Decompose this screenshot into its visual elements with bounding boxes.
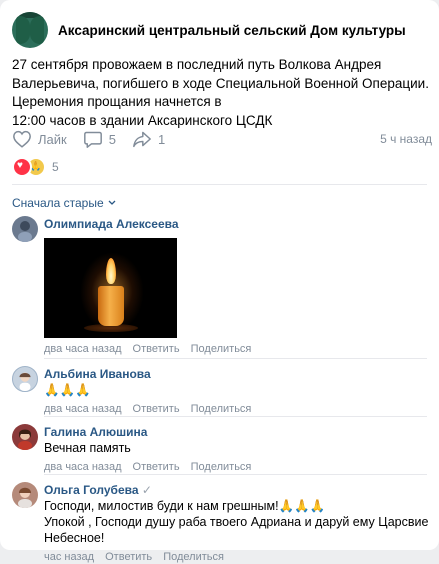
comment-meta: два часа назад Ответить Поделиться [44,342,439,356]
comment-time[interactable]: два часа назад [44,461,121,473]
sort-label: Сначала старые [12,196,104,210]
heart-reaction-icon [12,157,32,177]
comment-divider [44,358,427,359]
avatar[interactable] [12,216,38,242]
share-comment-button[interactable]: Поделиться [191,403,252,415]
comments-sort-dropdown[interactable]: Сначала старые [12,196,116,210]
comment-divider [44,474,427,475]
chevron-down-icon [108,200,116,205]
comment-text: Господи, милостив буди к нам грешным!🙏🙏🙏… [44,499,429,545]
avatar[interactable] [12,366,38,392]
group-name[interactable]: Аксаринский центральный сельский Дом кул… [58,23,406,38]
share-comment-button[interactable]: Поделиться [191,343,252,355]
comment-time[interactable]: час назад [44,551,94,563]
verified-check-icon: ✓ [141,483,152,497]
candle-photo[interactable] [44,238,177,338]
comment-meta: два часа назад Ответить Поделиться [44,460,439,474]
reply-button[interactable]: Ответить [133,461,180,473]
comment-text: 🙏🙏🙏 [44,383,91,397]
reply-button[interactable]: Ответить [105,551,152,563]
reactions-summary[interactable]: 5 [12,157,59,177]
reactions-count: 5 [52,160,59,174]
comment: Олимпиада Алексеева два часа назад Ответ… [12,216,432,356]
group-avatar[interactable] [12,12,48,48]
comments-count: 5 [108,131,116,147]
comments-button[interactable]: 5 [83,130,116,148]
like-button[interactable]: Лайк [12,130,67,148]
divider [12,184,427,185]
comment-text: Вечная память [44,441,131,455]
shares-count: 1 [157,131,166,147]
comment-author-name[interactable]: Ольга Голубева [44,483,139,497]
avatar[interactable] [12,482,38,508]
reply-button[interactable]: Ответить [133,403,180,415]
share-button[interactable]: 1 [132,130,165,148]
post-card: Аксаринский центральный сельский Дом кул… [0,0,439,563]
comment-author[interactable]: Альбина Иванова [44,366,439,382]
comment-author[interactable]: Ольга Голубева ✓ [44,482,439,498]
comment-author[interactable]: Галина Алюшина [44,424,439,440]
post-header: Аксаринский центральный сельский Дом кул… [12,12,406,48]
comment-time[interactable]: два часа назад [44,403,121,415]
comment-author[interactable]: Олимпиада Алексеева [44,216,439,232]
avatar[interactable] [12,424,38,450]
comment: Ольга Голубева ✓ Господи, милостив буди … [12,482,432,563]
post-time[interactable]: 5 ч назад [380,132,432,146]
heart-outline-icon [13,130,31,148]
comment-meta: час назад Ответить Поделиться [44,550,439,564]
reply-button[interactable]: Ответить [133,343,180,355]
comment-time[interactable]: два часа назад [44,343,121,355]
post-actions: Лайк 5 1 5 ч назад [12,129,432,149]
comment-divider [44,416,427,417]
share-comment-button[interactable]: Поделиться [163,551,224,563]
comment: Галина Алюшина Вечная память два часа на… [12,424,432,474]
comment-icon [83,131,102,148]
post-text: 27 сентября провожаем в последний путь В… [12,57,429,128]
like-label: Лайк [38,131,67,147]
share-arrow-icon [133,131,151,148]
comment-meta: два часа назад Ответить Поделиться [44,402,439,416]
share-comment-button[interactable]: Поделиться [191,461,252,473]
comment: Альбина Иванова 🙏🙏🙏 два часа назад Ответ… [12,366,432,416]
